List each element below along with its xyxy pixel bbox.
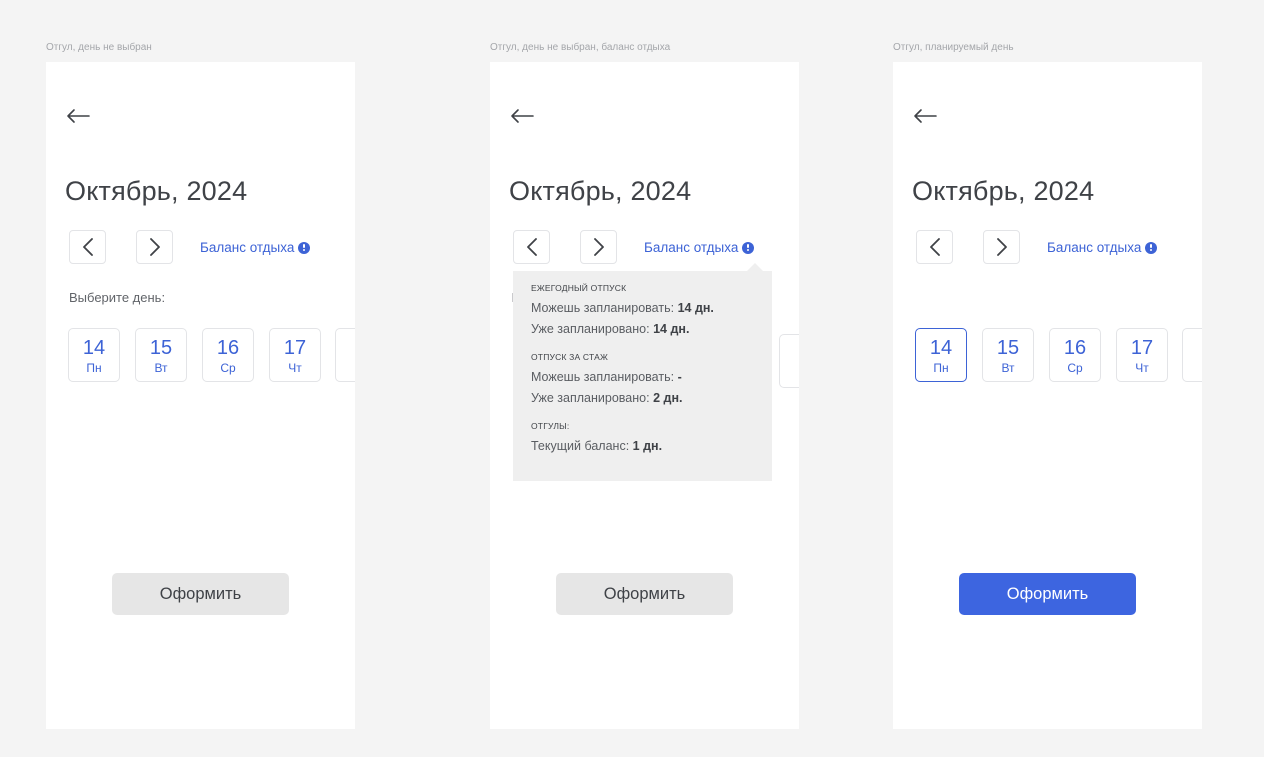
chevron-right-icon — [996, 238, 1007, 256]
tooltip-section-seniority: отпуск за стаж Можешь запланировать: - У… — [531, 352, 754, 409]
day-weekday: П — [1183, 361, 1202, 375]
tooltip-section-time-off: отгулы: Текущий баланс: 1 дн. — [531, 421, 754, 457]
screen-day-not-selected: Октябрь, 2024 Баланс отдыха Выберите ден… — [46, 62, 355, 729]
tooltip-heading: ежегодный отпуск — [531, 283, 627, 293]
chevron-left-icon — [526, 238, 537, 256]
day-button[interactable]: 1 П — [779, 334, 799, 388]
day-button[interactable]: 16 Ср — [202, 328, 254, 382]
frame-label-2: Отгул, день не выбран, баланс отдыха — [490, 42, 671, 53]
balance-link[interactable]: Баланс отдыха — [1047, 240, 1158, 255]
day-weekday: Пн — [86, 361, 102, 375]
page-title: Октябрь, 2024 — [912, 176, 1095, 206]
day-number: 15 — [996, 337, 1020, 359]
tooltip-line: Текущий баланс: 1 дн. — [531, 439, 663, 453]
next-week-button[interactable] — [983, 230, 1020, 264]
screen-day-selected: Октябрь, 2024 Баланс отдыха 14 Пн 15 Вт 16… — [893, 62, 1202, 729]
back-arrow-icon[interactable] — [509, 106, 535, 126]
page-title: Октябрь, 2024 — [65, 176, 248, 206]
chevron-left-icon — [929, 238, 940, 256]
balance-link[interactable]: Баланс отдыха — [644, 240, 755, 255]
balance-link[interactable]: Баланс отдыха — [200, 240, 311, 255]
submit-button[interactable]: Оформить — [112, 573, 289, 615]
next-week-button[interactable] — [136, 230, 173, 264]
frame-label-3: Отгул, планируемый день — [893, 42, 1014, 53]
day-button[interactable]: 17 Чт — [269, 328, 321, 382]
day-number: 17 — [1130, 337, 1154, 359]
day-weekday: Пн — [933, 361, 949, 375]
balance-label: Баланс отдыха — [1047, 240, 1142, 255]
day-button-selected[interactable]: 14 Пн — [915, 328, 967, 382]
tooltip-section-annual: ежегодный отпуск Можешь запланировать: 1… — [531, 283, 754, 340]
day-button[interactable]: 1П — [1182, 328, 1202, 382]
select-day-prompt: Выберите день: — [69, 290, 166, 305]
day-button[interactable]: 14 Пн — [68, 328, 120, 382]
day-weekday: Ср — [220, 361, 236, 375]
balance-tooltip: ежегодный отпуск Можешь запланировать: 1… — [513, 263, 772, 481]
chevron-right-icon — [149, 238, 160, 256]
day-weekday: Чт — [288, 361, 302, 375]
page-title: Октябрь, 2024 — [509, 176, 692, 206]
chevron-right-icon — [593, 238, 604, 256]
back-arrow-icon[interactable] — [65, 106, 91, 126]
day-number: 14 — [929, 337, 953, 359]
back-arrow-icon[interactable] — [912, 106, 938, 126]
info-icon[interactable] — [1145, 241, 1158, 254]
balance-label: Баланс отдыха — [644, 240, 739, 255]
day-number: 17 — [283, 337, 307, 359]
day-weekday: П — [780, 367, 799, 381]
day-number: 16 — [1063, 337, 1087, 359]
submit-button[interactable]: Оформить — [556, 573, 733, 615]
frame-label-1: Отгул, день не выбран — [46, 42, 152, 53]
day-number: 1 — [1183, 338, 1202, 358]
tooltip-heading: отпуск за стаж — [531, 352, 609, 362]
day-weekday: Вт — [154, 361, 168, 375]
balance-label: Баланс отдыха — [200, 240, 295, 255]
day-weekday: Ср — [1067, 361, 1083, 375]
tooltip-heading: отгулы: — [531, 421, 570, 431]
tooltip-line: Можешь запланировать: 14 дн. — [531, 301, 714, 315]
day-button[interactable]: 1П — [335, 328, 355, 382]
submit-button[interactable]: Оформить — [959, 573, 1136, 615]
day-button[interactable]: 15 Вт — [135, 328, 187, 382]
screen-balance-tooltip: Октябрь, 2024 Баланс отдыха В 1 П ежегод… — [490, 62, 799, 729]
day-weekday: Чт — [1135, 361, 1149, 375]
day-button[interactable]: 15 Вт — [982, 328, 1034, 382]
day-number: 16 — [216, 337, 240, 359]
day-number: 1 — [780, 344, 799, 364]
day-weekday: Вт — [1001, 361, 1015, 375]
day-number: 1 — [336, 338, 355, 358]
tooltip-line: Уже запланировано: 2 дн. — [531, 391, 683, 405]
day-button[interactable]: 16 Ср — [1049, 328, 1101, 382]
tooltip-line: Можешь запланировать: - — [531, 370, 682, 384]
prev-week-button[interactable] — [916, 230, 953, 264]
prev-week-button[interactable] — [513, 230, 550, 264]
day-number: 14 — [82, 337, 106, 359]
day-number: 15 — [149, 337, 173, 359]
info-icon[interactable] — [298, 241, 311, 254]
next-week-button[interactable] — [580, 230, 617, 264]
info-icon[interactable] — [742, 241, 755, 254]
day-button[interactable]: 17 Чт — [1116, 328, 1168, 382]
day-weekday: П — [336, 361, 355, 375]
tooltip-line: Уже запланировано: 14 дн. — [531, 322, 690, 336]
prev-week-button[interactable] — [69, 230, 106, 264]
chevron-left-icon — [82, 238, 93, 256]
